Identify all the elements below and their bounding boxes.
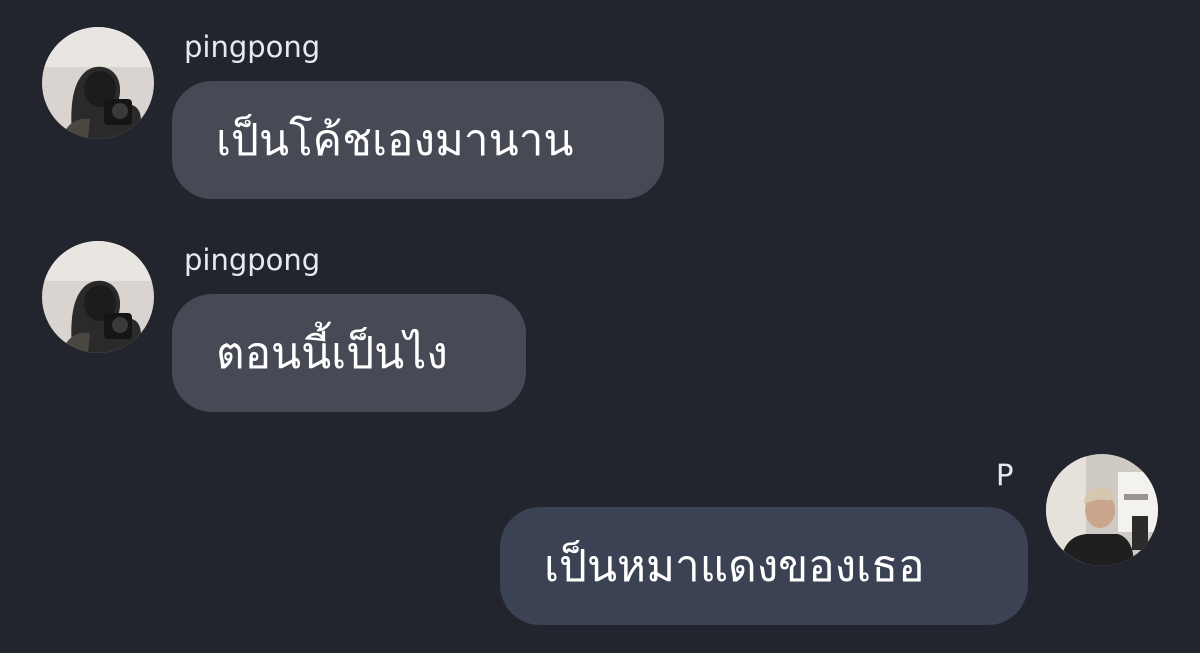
avatar-photo-icon <box>1046 454 1158 566</box>
message-bubble[interactable]: เป็นหมาแดงของเธอ <box>500 507 1028 625</box>
chat-thread[interactable]: pingpong เป็นโค้ชเองมานาน pingpong ตอนนี… <box>0 0 1200 653</box>
message-text: เป็นหมาแดงของเธอ <box>544 541 925 592</box>
sender-avatar[interactable] <box>1046 454 1158 566</box>
sender-name: P <box>996 458 1014 492</box>
message-group: P เป็นหมาแดงของเธอ <box>0 0 1200 653</box>
